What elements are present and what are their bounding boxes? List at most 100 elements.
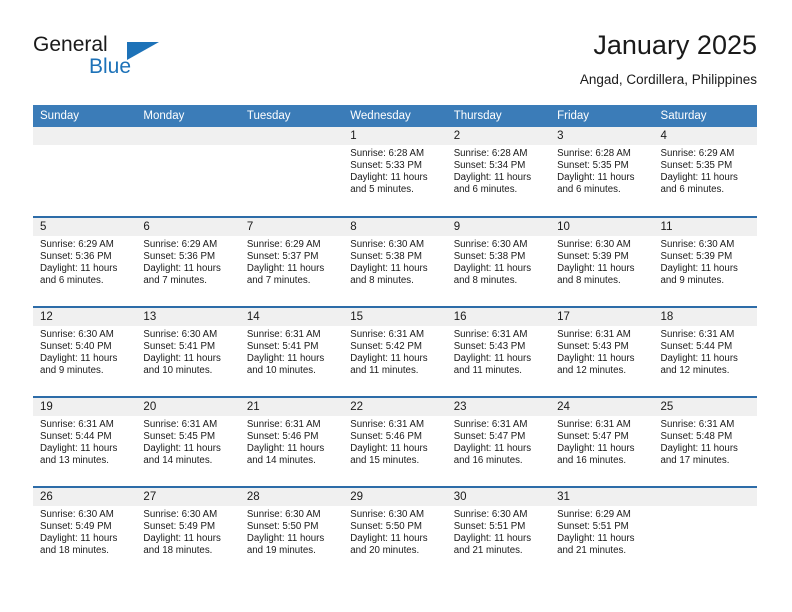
day-cell[interactable]: 6 Sunrise: 6:29 AM Sunset: 5:36 PM Dayli… [136,216,240,307]
day-cell[interactable]: 18 Sunrise: 6:31 AM Sunset: 5:44 PM Dayl… [653,306,757,397]
day-cell[interactable] [33,127,137,217]
day-number: 11 [653,218,757,236]
day-details [136,145,239,148]
day-number: 5 [33,218,137,236]
sunset-text: Sunset: 5:35 PM [557,160,629,172]
day-cell[interactable]: 20 Sunrise: 6:31 AM Sunset: 5:45 PM Dayl… [136,396,240,487]
day-number: 17 [550,308,654,326]
daylight-text-line1: Daylight: 11 hours [143,533,221,545]
sunset-text: Sunset: 5:40 PM [40,341,112,353]
day-number: 10 [550,218,654,236]
day-cell[interactable]: 10 Sunrise: 6:30 AM Sunset: 5:39 PM Dayl… [550,216,654,307]
sunset-text: Sunset: 5:50 PM [246,521,319,533]
day-cell[interactable]: 30 Sunrise: 6:30 AM Sunset: 5:51 PM Dayl… [446,486,551,577]
day-cell[interactable]: 17 Sunrise: 6:31 AM Sunset: 5:43 PM Dayl… [550,306,654,397]
day-cell[interactable]: 28 Sunrise: 6:30 AM Sunset: 5:50 PM Dayl… [239,486,344,577]
daylight-text-line1: Daylight: 11 hours [660,443,738,455]
day-number: 9 [446,218,551,236]
day-cell[interactable]: 1 Sunrise: 6:28 AM Sunset: 5:33 PM Dayli… [343,127,447,217]
weekday-header-saturday: Saturday [653,105,757,127]
daylight-text-line1: Daylight: 11 hours [350,172,428,184]
day-cell[interactable] [239,127,344,217]
daylight-text-line1: Daylight: 11 hours [557,353,635,365]
day-details: Sunrise: 6:30 AM Sunset: 5:38 PM Dayligh… [447,236,550,287]
sunrise-text: Sunrise: 6:31 AM [246,419,321,430]
sunset-text: Sunset: 5:47 PM [453,431,526,443]
daylight-text-line2: and 11 minutes. [350,365,419,377]
day-details: Sunrise: 6:31 AM Sunset: 5:44 PM Dayligh… [33,416,136,467]
day-cell[interactable]: 21 Sunrise: 6:31 AM Sunset: 5:46 PM Dayl… [239,396,344,487]
sunset-text: Sunset: 5:50 PM [350,521,422,533]
day-number: 2 [446,127,551,145]
day-cell[interactable]: 25 Sunrise: 6:31 AM Sunset: 5:48 PM Dayl… [653,396,757,487]
day-number: 13 [136,308,240,326]
day-details: Sunrise: 6:28 AM Sunset: 5:34 PM Dayligh… [447,145,550,196]
daylight-text-line2: and 5 minutes. [350,184,414,196]
day-cell[interactable]: 7 Sunrise: 6:29 AM Sunset: 5:37 PM Dayli… [239,216,344,307]
daylight-text-line2: and 8 minutes. [557,275,621,287]
daylight-text-line1: Daylight: 11 hours [246,443,325,455]
sunrise-text: Sunrise: 6:31 AM [40,419,114,430]
weekday-header-friday: Friday [550,105,654,127]
sunset-text: Sunset: 5:51 PM [557,521,629,533]
daylight-text-line1: Daylight: 11 hours [350,533,428,545]
day-cell[interactable]: 12 Sunrise: 6:30 AM Sunset: 5:40 PM Dayl… [33,306,137,397]
daylight-text-line1: Daylight: 11 hours [246,263,325,275]
daylight-text-line2: and 12 minutes. [660,365,730,377]
sunset-text: Sunset: 5:41 PM [143,341,216,353]
day-number: 21 [239,398,344,416]
sunrise-text: Sunrise: 6:31 AM [660,329,735,340]
sunrise-text: Sunrise: 6:30 AM [350,239,425,250]
daylight-text-line2: and 13 minutes. [40,455,109,467]
day-number [136,127,240,145]
day-cell[interactable]: 4 Sunrise: 6:29 AM Sunset: 5:35 PM Dayli… [653,127,757,217]
day-cell[interactable]: 27 Sunrise: 6:30 AM Sunset: 5:49 PM Dayl… [136,486,240,577]
sunrise-text: Sunrise: 6:31 AM [246,329,321,340]
day-cell[interactable]: 19 Sunrise: 6:31 AM Sunset: 5:44 PM Dayl… [33,396,137,487]
day-cell[interactable]: 15 Sunrise: 6:31 AM Sunset: 5:42 PM Dayl… [343,306,447,397]
day-number: 12 [33,308,137,326]
daylight-text-line2: and 10 minutes. [143,365,213,377]
daylight-text-line1: Daylight: 11 hours [40,263,118,275]
day-details: Sunrise: 6:30 AM Sunset: 5:39 PM Dayligh… [550,236,653,287]
daylight-text-line2: and 18 minutes. [143,545,213,557]
sunrise-text: Sunrise: 6:29 AM [660,148,735,159]
day-cell[interactable]: 14 Sunrise: 6:31 AM Sunset: 5:41 PM Dayl… [239,306,344,397]
day-number: 7 [239,218,344,236]
calendar-grid: Sunday Monday Tuesday Wednesday Thursday… [33,105,757,577]
day-cell[interactable]: 3 Sunrise: 6:28 AM Sunset: 5:35 PM Dayli… [550,127,654,217]
day-cell[interactable]: 22 Sunrise: 6:31 AM Sunset: 5:46 PM Dayl… [343,396,447,487]
day-cell[interactable]: 2 Sunrise: 6:28 AM Sunset: 5:34 PM Dayli… [446,127,551,217]
day-details: Sunrise: 6:31 AM Sunset: 5:48 PM Dayligh… [654,416,757,467]
sunset-text: Sunset: 5:48 PM [660,431,733,443]
day-cell[interactable]: 5 Sunrise: 6:29 AM Sunset: 5:36 PM Dayli… [33,216,137,307]
day-cell[interactable]: 31 Sunrise: 6:29 AM Sunset: 5:51 PM Dayl… [550,486,654,577]
sunset-text: Sunset: 5:44 PM [40,431,112,443]
calendar-body: 1 Sunrise: 6:28 AM Sunset: 5:33 PM Dayli… [33,127,757,577]
day-details: Sunrise: 6:31 AM Sunset: 5:42 PM Dayligh… [343,326,446,377]
weekday-header-wednesday: Wednesday [343,105,447,127]
week-row: 5 Sunrise: 6:29 AM Sunset: 5:36 PM Dayli… [33,216,757,307]
daylight-text-line1: Daylight: 11 hours [557,263,635,275]
day-cell[interactable]: 26 Sunrise: 6:30 AM Sunset: 5:49 PM Dayl… [33,486,137,577]
day-cell[interactable]: 13 Sunrise: 6:30 AM Sunset: 5:41 PM Dayl… [136,306,240,397]
day-cell[interactable] [653,486,757,577]
day-details: Sunrise: 6:29 AM Sunset: 5:36 PM Dayligh… [33,236,136,287]
day-cell[interactable]: 23 Sunrise: 6:31 AM Sunset: 5:47 PM Dayl… [446,396,551,487]
sunrise-text: Sunrise: 6:30 AM [453,239,528,250]
day-cell[interactable]: 16 Sunrise: 6:31 AM Sunset: 5:43 PM Dayl… [446,306,551,397]
day-cell[interactable]: 29 Sunrise: 6:30 AM Sunset: 5:50 PM Dayl… [343,486,447,577]
day-cell[interactable]: 8 Sunrise: 6:30 AM Sunset: 5:38 PM Dayli… [343,216,447,307]
day-cell[interactable]: 11 Sunrise: 6:30 AM Sunset: 5:39 PM Dayl… [653,216,757,307]
sunset-text: Sunset: 5:33 PM [350,160,422,172]
sunset-text: Sunset: 5:36 PM [40,251,112,263]
daylight-text-line2: and 8 minutes. [453,275,518,287]
day-number: 30 [446,488,551,506]
day-cell[interactable]: 9 Sunrise: 6:30 AM Sunset: 5:38 PM Dayli… [446,216,551,307]
day-cell[interactable]: 24 Sunrise: 6:31 AM Sunset: 5:47 PM Dayl… [550,396,654,487]
day-details: Sunrise: 6:29 AM Sunset: 5:36 PM Dayligh… [136,236,239,287]
day-cell[interactable] [136,127,240,217]
day-details: Sunrise: 6:31 AM Sunset: 5:47 PM Dayligh… [550,416,653,467]
day-details: Sunrise: 6:30 AM Sunset: 5:41 PM Dayligh… [136,326,239,377]
daylight-text-line2: and 16 minutes. [557,455,627,467]
